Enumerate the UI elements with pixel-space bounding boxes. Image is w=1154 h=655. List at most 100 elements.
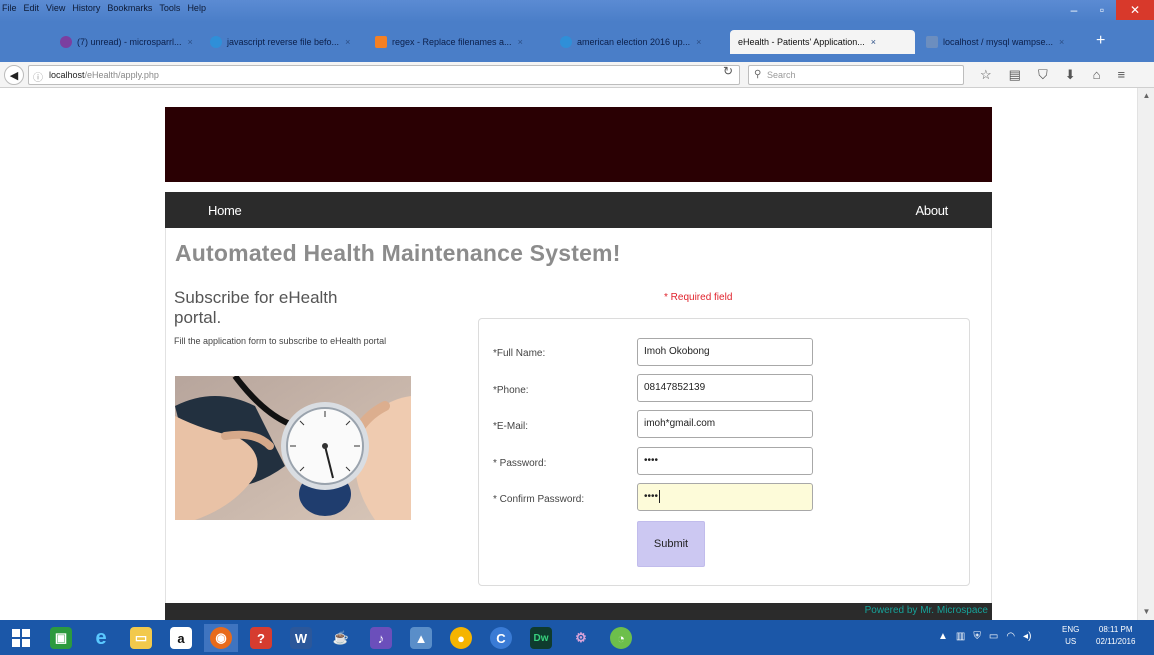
taskbar-browser-icon[interactable]: C (484, 624, 518, 652)
tray-wifi-icon[interactable]: ◠ (1006, 631, 1015, 642)
taskbar-word-icon[interactable]: W (284, 624, 318, 652)
nav-link-about[interactable]: About (916, 203, 949, 218)
tab-favicon-icon (210, 36, 222, 48)
tab-favicon-icon (60, 36, 72, 48)
windows-taskbar: ▣ e ▭ a ◉ ? W ☕ ♪ ▲ ● C Dw ⚙ ◔ ▲ ▥ ⛨ ▭ ◠… (0, 620, 1154, 655)
taskbar-app2-icon[interactable]: ◔ (604, 624, 638, 652)
password-input[interactable]: •••• (637, 447, 813, 475)
reading-list-icon[interactable]: ▤ (1009, 67, 1021, 83)
browser-tab-4[interactable]: american election 2016 up... × (552, 30, 722, 54)
windows-start-icon[interactable] (12, 629, 30, 647)
menu-edit[interactable]: Edit (24, 3, 40, 13)
taskbar-store-icon[interactable]: ▣ (44, 624, 78, 652)
tab-close-icon[interactable]: × (518, 37, 523, 47)
tray-expand-icon[interactable]: ▲ (938, 631, 948, 642)
minimize-icon[interactable]: – (1060, 0, 1088, 20)
download-icon[interactable]: ⬇ (1065, 67, 1076, 83)
taskbar-firefox-icon[interactable]: ◉ (204, 624, 238, 652)
phone-input[interactable]: 08147852139 (637, 374, 813, 402)
browser-tab-1[interactable]: (7) unread) - microsparrl... × (52, 30, 202, 54)
tab-close-icon[interactable]: × (696, 37, 701, 47)
navigation-bar: ◀ ⓘ localhost/eHealth/apply.php ↻ ⚲ Sear… (0, 62, 1154, 88)
browser-tab-3[interactable]: regex - Replace filenames a... × (367, 30, 552, 54)
site-header-banner (165, 107, 992, 182)
site-info-icon[interactable]: ⓘ (33, 69, 43, 84)
tab-label: (7) unread) - microsparrl... (77, 37, 182, 47)
tab-favicon-icon (926, 36, 938, 48)
taskbar-dreamweaver-icon[interactable]: Dw (524, 624, 558, 652)
menu-tools[interactable]: Tools (159, 3, 180, 13)
tab-label: javascript reverse file befo... (227, 37, 340, 47)
taskbar-photos-icon[interactable]: ▲ (404, 624, 438, 652)
language-indicator[interactable]: ENG US (1062, 624, 1079, 648)
search-bar[interactable]: ⚲ Search (748, 65, 964, 85)
taskbar-java-icon[interactable]: ☕ (324, 624, 358, 652)
taskbar-clock[interactable]: 08:11 PM 02/11/2016 (1096, 624, 1135, 648)
tab-label: eHealth - Patients' Application... (738, 37, 865, 47)
new-tab-icon[interactable]: + (1096, 32, 1105, 50)
blood-pressure-gauge-image (175, 376, 411, 520)
pocket-icon[interactable]: ⛉ (1038, 67, 1048, 83)
tab-close-icon[interactable]: × (345, 37, 350, 47)
clock-time: 08:11 PM (1098, 625, 1133, 634)
menu-bookmarks[interactable]: Bookmarks (107, 3, 152, 13)
menu-help[interactable]: Help (187, 3, 206, 13)
tab-close-icon[interactable]: × (1059, 37, 1064, 47)
tray-volume-icon[interactable]: ◂) (1023, 631, 1031, 642)
bookmark-star-icon[interactable]: ☆ (980, 67, 992, 83)
site-nav-bar: Home About (165, 192, 992, 228)
system-tray: ▲ ▥ ⛨ ▭ ◠ ◂) (938, 631, 1031, 642)
tray-battery-icon[interactable]: ▭ (989, 631, 998, 642)
hamburger-menu-icon[interactable]: ≡ (1117, 67, 1125, 83)
tab-close-icon[interactable]: × (188, 37, 193, 47)
text-caret (659, 489, 661, 503)
subscribe-heading: Subscribe for eHealth portal. (174, 288, 338, 327)
taskbar-amazon-icon[interactable]: a (164, 624, 198, 652)
maximize-icon[interactable]: ▫ (1088, 0, 1116, 20)
nav-link-home[interactable]: Home (208, 203, 242, 218)
subscribe-description: Fill the application form to subscribe t… (174, 336, 387, 346)
tab-label: localhost / mysql wampse... (943, 37, 1054, 47)
taskbar-folder-icon[interactable]: ▭ (124, 624, 158, 652)
toolbar-icons: ☆ ▤ ⛉ ⬇ ⌂ ≡ (980, 67, 1125, 83)
scroll-down-icon[interactable]: ▼ (1138, 604, 1154, 620)
window-titlebar: File Edit View History Bookmarks Tools H… (0, 0, 1154, 22)
taskbar-settings-icon[interactable]: ⚙ (564, 624, 598, 652)
application-form: *Full Name: Imoh Okobong *Phone: 0814785… (478, 318, 970, 586)
home-icon[interactable]: ⌂ (1093, 67, 1101, 83)
site-footer: Powered by Mr. Microspace (165, 603, 992, 620)
taskbar-media-icon[interactable]: ♪ (364, 624, 398, 652)
menu-bar: File Edit View History Bookmarks Tools H… (2, 3, 206, 13)
browser-tab-active[interactable]: eHealth - Patients' Application... × (730, 30, 915, 54)
menu-view[interactable]: View (46, 3, 65, 13)
menu-file[interactable]: File (2, 3, 17, 13)
taskbar-chrome-icon[interactable]: ● (444, 624, 478, 652)
confirm-password-label: * Confirm Password: (493, 494, 585, 505)
close-window-icon[interactable]: ✕ (1116, 0, 1154, 20)
confirm-password-input[interactable]: •••• (637, 483, 813, 511)
browser-tab-2[interactable]: javascript reverse file befo... × (202, 30, 367, 54)
full-name-input[interactable]: Imoh Okobong (637, 338, 813, 366)
taskbar-app-icon[interactable]: ? (244, 624, 278, 652)
password-label: * Password: (493, 458, 547, 469)
page-title: Automated Health Maintenance System! (175, 240, 621, 266)
footer-credit: Powered by Mr. Microspace (864, 605, 988, 616)
back-arrow-icon[interactable]: ◀ (4, 65, 24, 85)
menu-history[interactable]: History (72, 3, 100, 13)
tab-favicon-icon (375, 36, 387, 48)
search-icon: ⚲ (754, 69, 762, 80)
browser-tab-6[interactable]: localhost / mysql wampse... × (918, 30, 1090, 54)
search-placeholder: Search (767, 70, 796, 80)
page-scrollbar[interactable]: ▲ ▼ (1137, 88, 1154, 620)
email-input[interactable]: imoh*gmail.com (637, 410, 813, 438)
submit-button[interactable]: Submit (637, 521, 705, 567)
tab-close-icon[interactable]: × (871, 37, 876, 47)
tray-shield-icon[interactable]: ⛨ (973, 631, 981, 642)
reload-icon[interactable]: ↻ (723, 64, 733, 78)
url-bar[interactable]: ⓘ localhost/eHealth/apply.php (28, 65, 740, 85)
taskbar-ie-icon[interactable]: e (84, 624, 118, 652)
url-host: localhost (49, 70, 85, 80)
tab-strip: (7) unread) - microsparrl... × javascrip… (0, 22, 1154, 62)
scroll-up-icon[interactable]: ▲ (1138, 88, 1154, 104)
tray-network-icon[interactable]: ▥ (956, 631, 965, 642)
